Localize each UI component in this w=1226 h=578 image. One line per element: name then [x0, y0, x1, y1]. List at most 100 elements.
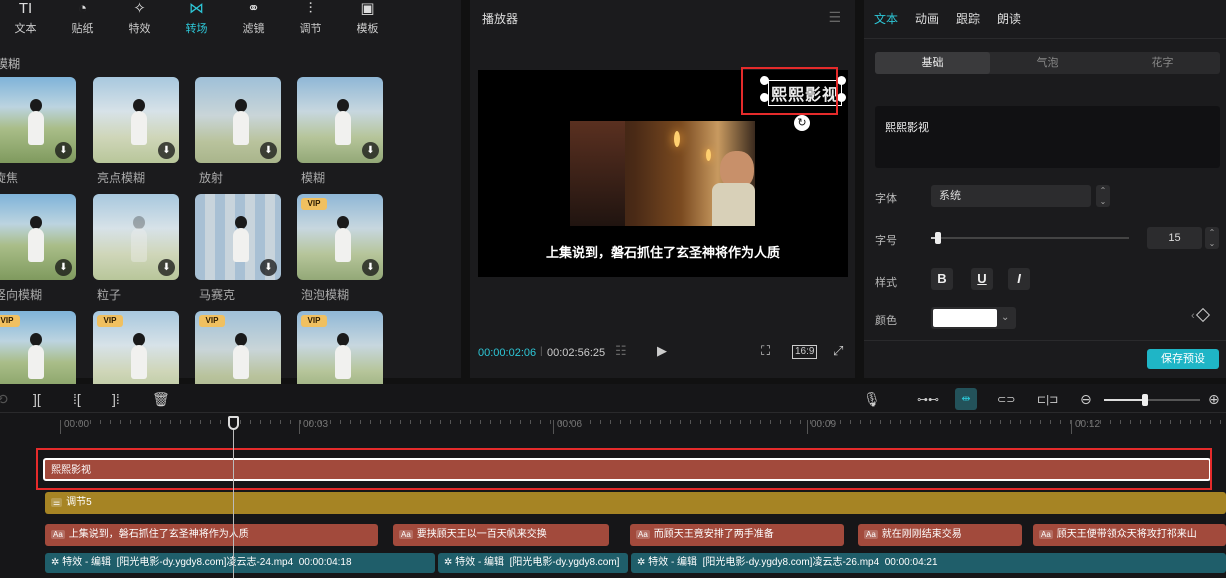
resize-handle[interactable]	[837, 93, 846, 102]
transition-thumbnail[interactable]: ⬇	[297, 77, 383, 163]
download-icon[interactable]: ⬇	[362, 259, 379, 276]
figure-body	[233, 111, 249, 145]
split-icon[interactable]: ][	[33, 391, 41, 407]
expand-icon[interactable]: ⤢	[833, 343, 843, 359]
underline-button[interactable]: U	[971, 268, 993, 290]
tab-text-props[interactable]: 文本	[874, 10, 898, 27]
ratio-button[interactable]: 16:9	[792, 345, 818, 359]
ruler-tick	[670, 420, 671, 424]
text-clip-icon: Aa	[399, 530, 413, 539]
tab-effects[interactable]: ✧ 特效	[111, 0, 168, 40]
italic-button[interactable]: I	[1008, 268, 1030, 290]
font-stepper[interactable]: ⌃ ⌄	[1096, 185, 1110, 207]
tab-tracking[interactable]: 跟踪	[956, 10, 980, 27]
transition-thumbnail[interactable]: ⬇	[0, 77, 76, 163]
text-clip[interactable]: Aa 而顾天王竟安排了两手准备	[630, 524, 844, 546]
ruler-tick	[250, 420, 251, 424]
text-clip[interactable]: Aa 就在刚刚结束交易	[858, 524, 1022, 546]
snap-icon[interactable]: ⇹	[955, 388, 977, 410]
ruler-tick	[1100, 420, 1101, 424]
transition-thumbnail[interactable]: VIP ⬇	[297, 194, 383, 280]
size-slider-knob[interactable]	[935, 232, 941, 244]
transition-thumbnail[interactable]: ⬇	[0, 194, 76, 280]
tab-sticker[interactable]: ◔ 贴纸	[54, 0, 111, 40]
reset-icon[interactable]: ‹	[1191, 310, 1195, 322]
ruler-tick	[1000, 420, 1001, 424]
menu-icon[interactable]: ☰	[828, 9, 841, 26]
preview-axis-icon[interactable]: ⊏|⊐	[1037, 393, 1058, 406]
text-clip[interactable]: Aa 顾天王便带领众天将攻打祁来山	[1033, 524, 1226, 546]
tab-filter[interactable]: ⚭ 滤镜	[225, 0, 282, 40]
delete-icon[interactable]: 🗑	[152, 391, 170, 408]
playhead[interactable]	[233, 418, 234, 578]
ruler-tick	[540, 420, 541, 424]
text-clip[interactable]: Aa 上集说到，磐石抓住了玄圣神将作为人质	[45, 524, 378, 546]
tab-adjust[interactable]: ⫶ 调节	[282, 0, 339, 40]
effect-clip[interactable]: ✲ 特效 - 编辑 [阳光电影-dy.ygdy8.com]凌云志-26.mp4 …	[631, 553, 1226, 573]
split-right-icon[interactable]: ]⁞	[112, 391, 120, 407]
ruler-tick	[400, 420, 401, 424]
play-icon[interactable]: ▶	[657, 343, 667, 359]
transition-label: 泡泡模糊	[301, 288, 350, 302]
resize-handle[interactable]	[837, 76, 846, 85]
ruler-tick	[380, 420, 381, 424]
playhead-handle[interactable]	[228, 416, 239, 430]
fullscreen-capture-icon[interactable]: ⛶	[761, 343, 770, 359]
segment-fancy[interactable]: 花字	[1105, 52, 1220, 74]
download-icon[interactable]: ⬇	[55, 142, 72, 159]
link-icon[interactable]: ⊶⊷	[917, 393, 939, 406]
segment-basic[interactable]: 基础	[875, 52, 990, 74]
effect-clip[interactable]: ✲ 特效 - 编辑 [阳光电影-dy.ygdy8.com]凌云志-24.mp4 …	[45, 553, 435, 573]
size-stepper[interactable]: ⌃ ⌄	[1205, 227, 1219, 249]
ruler-label: 00:03	[299, 420, 328, 434]
size-input[interactable]: 15	[1147, 227, 1202, 249]
download-icon[interactable]: ⬇	[158, 259, 175, 276]
tab-read-aloud[interactable]: 朗读	[997, 10, 1021, 27]
star-icon: ✲	[51, 557, 63, 568]
zoom-slider[interactable]	[1104, 394, 1200, 406]
transition-thumbnail[interactable]: ⬇	[195, 77, 281, 163]
download-icon[interactable]: ⬇	[158, 142, 175, 159]
ruler-tick	[140, 420, 141, 424]
bold-button[interactable]: B	[931, 268, 953, 290]
clip-time: 00:00:04:21	[884, 557, 938, 568]
transition-thumbnail[interactable]: ⬇	[93, 77, 179, 163]
keyframe-icon[interactable]	[1195, 307, 1211, 323]
effect-clip[interactable]: ✲ 特效 - 编辑 [阳光电影-dy.ygdy8.com]	[438, 553, 628, 573]
zoom-out-icon[interactable]: ⊖	[1080, 391, 1092, 408]
ruler-tick	[790, 420, 791, 424]
size-slider[interactable]	[931, 232, 1129, 244]
rotate-icon[interactable]: ↻	[794, 115, 810, 131]
microphone-icon[interactable]: 🎙	[863, 391, 881, 408]
ruler-tick	[630, 420, 631, 424]
download-icon[interactable]: ⬇	[260, 142, 277, 159]
color-picker[interactable]: ⌄	[931, 307, 1016, 329]
figure-body	[335, 111, 351, 145]
download-icon[interactable]: ⬇	[260, 259, 277, 276]
ruler-tick	[1070, 420, 1071, 424]
font-select[interactable]: 系统	[931, 185, 1091, 207]
download-icon[interactable]: ⬇	[362, 142, 379, 159]
transition-thumbnail[interactable]: ⬇	[195, 194, 281, 280]
ruler-tick	[80, 420, 81, 424]
text-clip[interactable]: Aa 要挟顾天王以一百天帆来交换	[393, 524, 609, 546]
tab-animation[interactable]: 动画	[915, 10, 939, 27]
zoom-in-icon[interactable]: ⊕	[1208, 391, 1220, 408]
download-icon[interactable]: ⬇	[55, 259, 72, 276]
split-left-icon[interactable]: ⁞[	[73, 391, 81, 407]
undo-icon[interactable]: ⟲	[0, 391, 8, 408]
time-ruler[interactable]: 00:00 00:03 00:06 00:09 00:12	[40, 414, 1226, 434]
tab-text[interactable]: TI 文本	[0, 0, 54, 40]
text-input[interactable]: 熙熙影视	[875, 106, 1220, 168]
transition-thumbnail[interactable]: ⬇	[93, 194, 179, 280]
zoom-slider-knob[interactable]	[1142, 394, 1148, 406]
ruler-tick	[360, 420, 361, 424]
tab-template[interactable]: ▣ 模板	[339, 0, 396, 40]
segment-bubble[interactable]: 气泡	[990, 52, 1105, 74]
adjust-clip[interactable]: ⚌ 调节5	[45, 492, 1226, 514]
grid-icon[interactable]: ☷	[615, 343, 627, 359]
chain-icon[interactable]: ⊂⊃	[997, 393, 1015, 406]
save-preset-button[interactable]: 保存预设	[1147, 349, 1219, 369]
transition-icon: ⋈	[189, 0, 204, 17]
tab-transition[interactable]: ⋈ 转场	[168, 0, 225, 40]
